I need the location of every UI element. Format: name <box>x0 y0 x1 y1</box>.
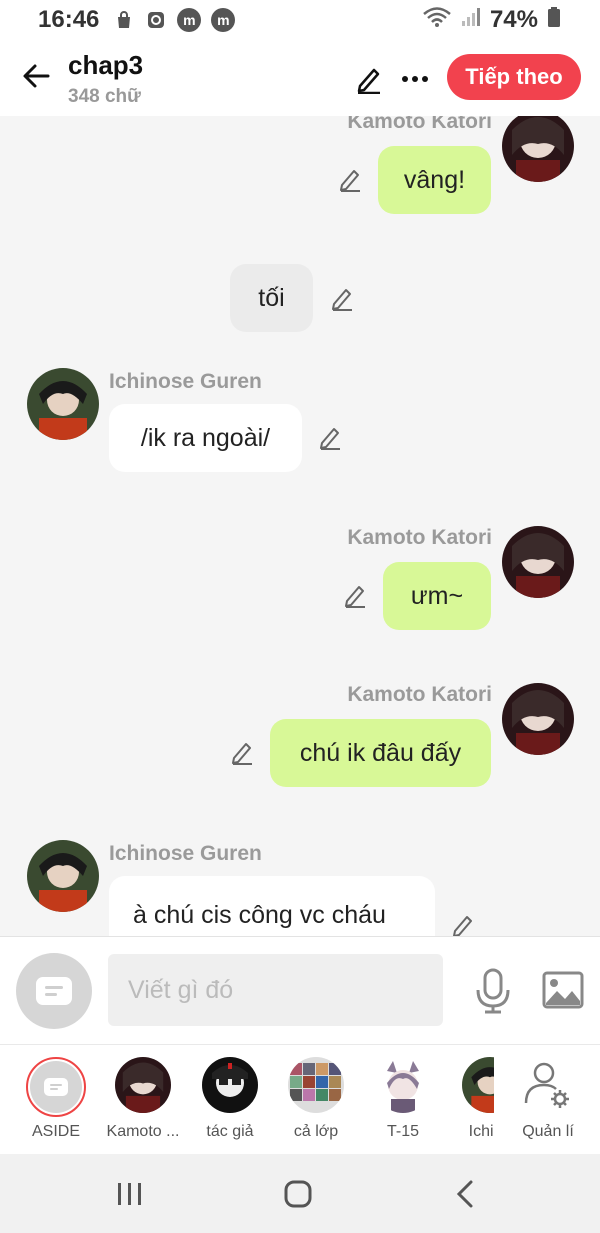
m-app-icon: m <box>211 8 236 32</box>
microphone-icon <box>476 968 510 1014</box>
avatar-ichinose[interactable] <box>27 368 99 440</box>
avatar-author <box>202 1057 258 1113</box>
manage-characters-button[interactable]: Quản lí <box>508 1057 588 1151</box>
edit-title-button[interactable] <box>352 62 386 96</box>
chat-area[interactable]: Kamoto Katori vâng! tối Ichinose Guren /… <box>0 116 600 936</box>
chat-bubble-icon <box>44 1078 68 1096</box>
signal-icon <box>460 6 482 35</box>
message-bubble[interactable]: à chú cis công vc cháu <box>109 876 435 936</box>
next-chapter-button[interactable]: Tiếp theo <box>447 54 581 100</box>
back-button[interactable] <box>18 58 54 94</box>
pencil-icon <box>453 916 472 936</box>
word-count: 348 chữ <box>68 86 141 107</box>
character-kamoto[interactable]: Kamoto ... <box>103 1057 183 1151</box>
edit-message-button[interactable] <box>315 422 345 452</box>
system-navigation-bar <box>0 1154 600 1233</box>
pencil-icon <box>357 68 380 94</box>
character-aside[interactable]: ASIDE <box>16 1057 96 1151</box>
chat-bubble-icon <box>36 977 72 1005</box>
message-bubble[interactable]: ưm~ <box>383 562 491 630</box>
character-selector: ASIDE Kamoto ... tác giả cả lớp T-15 Ich… <box>0 1044 600 1154</box>
status-bar: 16:46 m m 74% <box>0 0 600 40</box>
character-label: Quản lí <box>522 1123 574 1140</box>
avatar-ichinose <box>462 1057 494 1113</box>
character-label: tác giả <box>206 1123 254 1140</box>
chat-message: Kamoto Katori chú ik đâu đấy <box>0 681 600 801</box>
edit-message-button[interactable] <box>327 283 357 313</box>
wifi-icon <box>422 6 452 35</box>
m-app-icon: m <box>177 8 202 32</box>
status-time: 16:46 <box>38 6 100 33</box>
character-label: cả lớp <box>293 1123 339 1140</box>
character-label: ASIDE <box>31 1123 80 1140</box>
message-bubble[interactable]: tối <box>230 264 313 332</box>
chevron-left-icon <box>456 1180 473 1208</box>
recent-apps-icon <box>118 1183 141 1205</box>
message-bubble[interactable]: /ik ra ngoài/ <box>109 404 302 472</box>
more-options-button[interactable] <box>398 62 432 96</box>
voice-record-button[interactable] <box>472 967 514 1015</box>
battery-icon <box>546 6 562 35</box>
shopping-bag-icon <box>113 9 135 31</box>
character-label: Ichino <box>468 1123 494 1140</box>
message-bubble[interactable]: vâng! <box>378 146 491 214</box>
message-bubble[interactable]: chú ik đâu đấy <box>270 719 491 787</box>
message-composer: Viết gì đó <box>0 936 600 1044</box>
aside-avatar <box>26 1057 86 1117</box>
page-title: chap3 <box>68 50 144 80</box>
chat-message: Ichinose Guren /ik ra ngoài/ <box>0 366 600 486</box>
insert-image-button[interactable] <box>541 969 585 1011</box>
sender-name: Ichinose Guren <box>109 842 262 865</box>
chat-message: Kamoto Katori ưm~ <box>0 524 600 644</box>
sender-name: Kamoto Katori <box>347 116 492 133</box>
character-class[interactable]: cả lớp <box>276 1057 356 1151</box>
pencil-icon <box>332 289 352 311</box>
arrow-left-icon <box>23 64 50 88</box>
edit-message-button[interactable] <box>227 737 257 767</box>
pencil-icon <box>320 428 340 450</box>
pencil-icon <box>340 170 360 192</box>
chapter-header: chap3 348 chữ Tiếp theo <box>0 40 600 116</box>
sender-name: Ichinose Guren <box>109 370 262 393</box>
chat-message: Ichinose Guren à chú cis công vc cháu <box>0 838 600 936</box>
home-icon <box>284 1180 312 1208</box>
aside-toggle-button[interactable] <box>16 953 92 1029</box>
sender-name: Kamoto Katori <box>347 526 492 549</box>
clock-app-icon <box>145 9 167 31</box>
edit-message-button[interactable] <box>340 580 370 610</box>
sender-name: Kamoto Katori <box>347 683 492 706</box>
edit-message-button[interactable] <box>335 164 365 194</box>
avatar-ichinose[interactable] <box>27 840 99 912</box>
pencil-icon <box>232 743 252 765</box>
image-icon <box>542 971 584 1009</box>
character-t15[interactable]: T-15 <box>363 1057 443 1151</box>
chat-message: Kamoto Katori vâng! <box>0 116 600 236</box>
character-label: Kamoto ... <box>106 1123 180 1140</box>
battery-percent: 74% <box>489 6 538 33</box>
recent-apps-button[interactable] <box>110 1174 150 1214</box>
message-input[interactable]: Viết gì đó <box>108 954 443 1026</box>
avatar-class <box>288 1057 344 1113</box>
avatar-kamoto[interactable] <box>502 116 574 182</box>
narration-message: tối <box>0 256 600 346</box>
system-back-button[interactable] <box>445 1174 485 1214</box>
home-button[interactable] <box>278 1174 318 1214</box>
avatar-t15 <box>375 1057 431 1113</box>
edit-message-button[interactable] <box>448 910 478 936</box>
pencil-icon <box>345 586 365 608</box>
character-label: T-15 <box>386 1123 419 1140</box>
avatar-kamoto[interactable] <box>502 683 574 755</box>
user-settings-icon <box>522 1059 574 1116</box>
avatar-kamoto <box>115 1057 171 1113</box>
character-ichinose[interactable]: Ichino <box>450 1057 494 1151</box>
character-author[interactable]: tác giả <box>190 1057 270 1151</box>
avatar-kamoto[interactable] <box>502 526 574 598</box>
more-horizontal-icon <box>402 76 428 82</box>
